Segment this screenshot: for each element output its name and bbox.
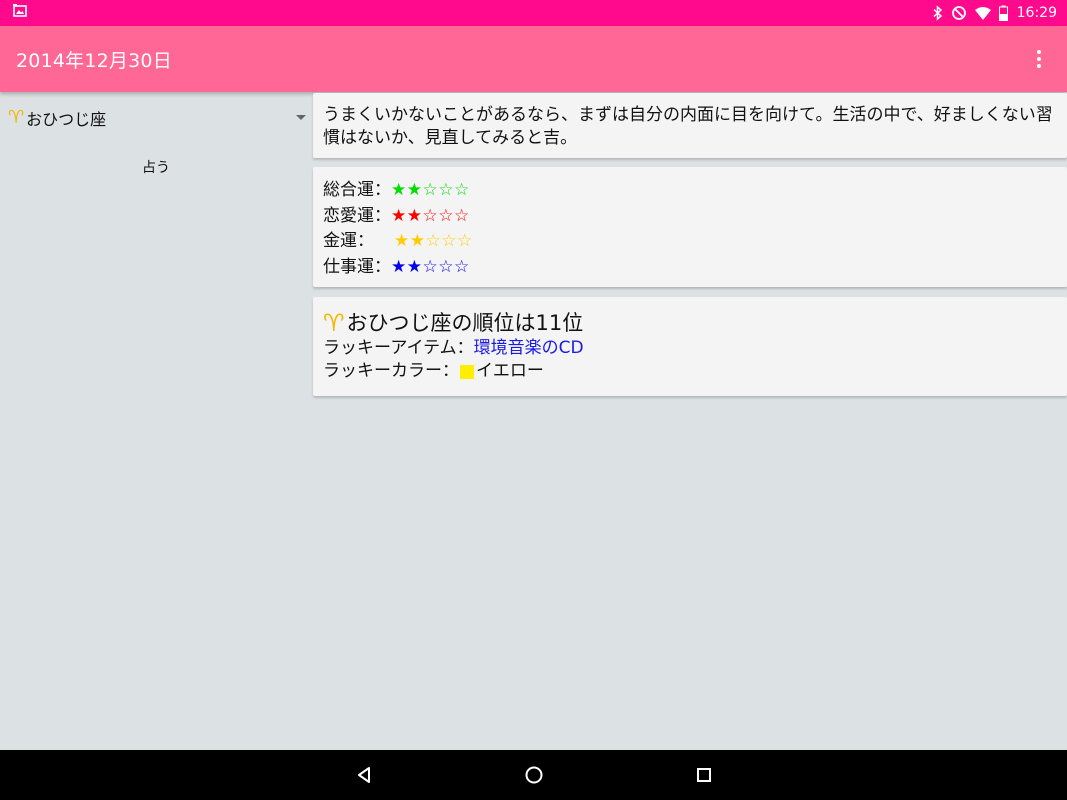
- recents-icon[interactable]: [619, 750, 789, 800]
- status-time: 16:29: [1016, 5, 1057, 21]
- nav-bar: [0, 750, 1067, 800]
- aries-icon: ♈: [8, 107, 25, 128]
- sign-selector-label: おひつじ座: [26, 110, 107, 129]
- lucky-color-label: ラッキーカラー：: [323, 361, 459, 381]
- luck-label: 金運：: [323, 231, 374, 251]
- lucky-color-swatch: [460, 364, 474, 379]
- wifi-icon: [974, 5, 992, 21]
- home-icon[interactable]: [449, 750, 619, 800]
- lucky-color-row: ラッキーカラー： イエロー: [323, 360, 1057, 383]
- fortune-button[interactable]: 占う: [120, 156, 192, 180]
- luck-label: 恋愛運：: [323, 205, 391, 226]
- star-rating: ★★☆☆☆: [394, 231, 473, 251]
- luck-row-work: 仕事運： ★★☆☆☆: [323, 255, 1057, 281]
- sign-selector[interactable]: ♈ おひつじ座: [8, 106, 308, 130]
- luck-label: 総合運：: [323, 180, 391, 200]
- lucky-item-row: ラッキーアイテム： 環境音楽のCD: [323, 337, 1057, 360]
- dropdown-arrow-icon: [296, 115, 306, 120]
- star-rating: ★★☆☆☆: [391, 180, 470, 200]
- message-card: うまくいかないことがあるなら、まずは自分の内面に目を向けて。生活の中で、好ましく…: [313, 93, 1067, 158]
- rank-card: ♈ おひつじ座の順位は11位 ラッキーアイテム： 環境音楽のCD ラッキーカラー…: [313, 297, 1067, 396]
- status-bar: 16:29: [0, 0, 1067, 26]
- do-not-disturb-icon: [951, 5, 967, 21]
- app-title: 2014年12月30日: [16, 49, 172, 72]
- lucky-color-value: イエロー: [476, 361, 544, 381]
- battery-icon: [998, 5, 1008, 21]
- screenshot-icon: [12, 3, 28, 23]
- back-icon[interactable]: [279, 750, 449, 800]
- luck-label: 仕事運：: [323, 256, 391, 277]
- message-text: うまくいかないことがあるなら、まずは自分の内面に目を向けて。生活の中で、好ましく…: [323, 105, 1053, 148]
- luck-row-overall: 総合運： ★★☆☆☆: [323, 178, 1057, 204]
- aries-icon: ♈: [323, 309, 345, 337]
- star-rating: ★★☆☆☆: [391, 256, 470, 277]
- more-vert-icon[interactable]: [1027, 39, 1051, 79]
- star-rating: ★★☆☆☆: [391, 205, 470, 226]
- left-pane: ♈ おひつじ座 占う: [0, 92, 310, 750]
- luck-card: 総合運： ★★☆☆☆ 恋愛運： ★★☆☆☆ 金運： ★★☆☆☆ 仕事運： ★★☆…: [313, 167, 1067, 287]
- lucky-item-value: 環境音楽のCD: [473, 338, 584, 358]
- bluetooth-icon: [932, 5, 944, 21]
- app-bar: 2014年12月30日: [0, 26, 1067, 92]
- rank-text: おひつじ座の順位は11位: [346, 311, 584, 335]
- lucky-item-label: ラッキーアイテム：: [323, 338, 474, 358]
- luck-row-love: 恋愛運： ★★☆☆☆: [323, 204, 1057, 230]
- luck-row-money: 金運： ★★☆☆☆: [323, 229, 1057, 255]
- rank-heading: ♈ おひつじ座の順位は11位: [323, 309, 1057, 337]
